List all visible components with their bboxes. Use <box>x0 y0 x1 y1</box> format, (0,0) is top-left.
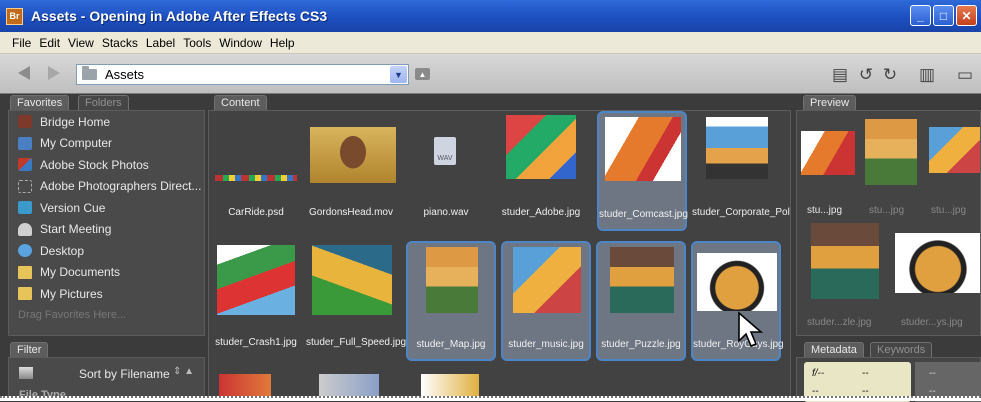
path-text: Assets <box>105 67 145 82</box>
tab-keywords[interactable]: Keywords <box>870 342 933 357</box>
thumbnail-gordonshead[interactable]: GordonsHead.mov <box>306 111 396 231</box>
rotate-right-icon[interactable]: ↻ <box>880 65 900 85</box>
drag-favorites-hint: Drag Favorites Here... <box>18 309 127 322</box>
folder-icon <box>18 265 32 279</box>
menu-bar: File Edit View Stacks Label Tools Window… <box>0 32 981 54</box>
menu-window[interactable]: Window <box>215 36 266 50</box>
version-cue-icon <box>18 201 32 215</box>
preview-image-2[interactable] <box>865 119 917 185</box>
thumbnail-studer-royguys[interactable]: studer_RoyGuys.jpg <box>691 241 784 361</box>
tab-filter[interactable]: Filter <box>10 342 49 357</box>
menu-file[interactable]: File <box>8 36 35 50</box>
favorite-version-cue[interactable]: Version Cue <box>9 197 204 219</box>
chevron-down-icon[interactable]: ▼ <box>390 66 407 83</box>
trash-icon[interactable]: ▥ <box>917 65 937 85</box>
favorite-my-documents[interactable]: My Documents <box>9 262 204 284</box>
thumbnail-piano[interactable]: WAV piano.wav <box>401 111 491 231</box>
bridge-logo-icon: Br <box>6 7 23 25</box>
maximize-button[interactable]: □ <box>933 5 954 26</box>
path-dropdown[interactable]: Assets ▼ <box>76 64 409 85</box>
favorite-desktop[interactable]: Desktop <box>9 240 204 262</box>
thumbnail-studer-crash[interactable]: studer_Crash1.jpg <box>211 241 301 361</box>
filter-panel: Sort by Filename ⇕ ▲ File Type <box>8 357 205 401</box>
sort-dropdown[interactable]: Sort by Filename <box>79 367 170 381</box>
favorite-bridge-home[interactable]: Bridge Home <box>9 111 204 133</box>
thumbnail-studer-comcast[interactable]: studer_Comcast.jpg <box>597 111 688 231</box>
favorite-photographers-direct[interactable]: Adobe Photographers Direct... <box>9 176 204 198</box>
panel-area: Favorites Folders Content Preview Bridge… <box>0 95 981 402</box>
menu-tools[interactable]: Tools <box>179 36 215 50</box>
new-folder-icon[interactable]: ▤ <box>830 65 850 85</box>
menu-help[interactable]: Help <box>266 36 299 50</box>
folder-icon <box>18 287 32 301</box>
preview-image-1[interactable] <box>801 131 855 175</box>
tab-favorites[interactable]: Favorites <box>10 95 70 110</box>
thumbnail-studer-adobe[interactable]: studer_Adobe.jpg <box>496 111 586 231</box>
thumbnail-studer-corporate[interactable]: studer_Corporate_Politics.jpg <box>692 111 790 231</box>
menu-edit[interactable]: Edit <box>35 36 64 50</box>
wav-file-icon: WAV <box>434 137 456 165</box>
sort-icon[interactable] <box>19 367 33 379</box>
thumbnail-carride[interactable]: CarRide.psd <box>211 111 301 231</box>
bottom-dotted-edge <box>0 396 981 401</box>
tab-folders[interactable]: Folders <box>78 95 129 110</box>
tab-content[interactable]: Content <box>214 95 267 110</box>
computer-icon <box>18 136 32 150</box>
preview-image-4[interactable] <box>811 223 879 299</box>
back-arrow-icon[interactable] <box>18 66 30 80</box>
thumbnail-studer-music[interactable]: studer_music.jpg <box>501 241 591 361</box>
tab-metadata[interactable]: Metadata <box>804 342 864 357</box>
sort-direction-icon[interactable]: ⇕ ▲ <box>173 366 194 377</box>
preview-panel: stu...jpg stu...jpg stu...jpg studer...z… <box>796 110 981 336</box>
go-up-icon[interactable]: ▲ <box>415 68 430 80</box>
mouse-cursor-icon <box>738 311 764 348</box>
thumbnail-studer-fullspeed[interactable]: studer_Full_Speed.jpg <box>306 241 406 361</box>
compact-mode-icon[interactable]: ▭ <box>955 65 975 85</box>
tab-preview[interactable]: Preview <box>803 95 857 110</box>
meeting-icon <box>18 222 32 236</box>
favorite-stock-photos[interactable]: Adobe Stock Photos <box>9 154 204 176</box>
window-title: Assets - Opening in Adobe After Effects … <box>31 8 328 24</box>
stock-photos-icon <box>18 158 32 172</box>
menu-label[interactable]: Label <box>142 36 179 50</box>
favorite-start-meeting[interactable]: Start Meeting <box>9 219 204 241</box>
preview-image-3[interactable] <box>929 127 980 173</box>
bridge-icon <box>18 115 32 129</box>
menu-stacks[interactable]: Stacks <box>98 36 142 50</box>
folder-icon <box>82 66 97 80</box>
minimize-button[interactable]: _ <box>910 5 931 26</box>
thumbnail-studer-map[interactable]: studer_Map.jpg <box>406 241 496 361</box>
close-button[interactable]: ✕ <box>956 5 977 26</box>
metadata-panel: f/-- -- -- -- -- -- <box>796 357 981 402</box>
favorite-my-pictures[interactable]: My Pictures <box>9 283 204 305</box>
toolbar: Assets ▼ ▲ ▤ ↺ ↻ ▥ ▭ <box>0 54 981 94</box>
photographers-icon <box>18 179 32 193</box>
forward-arrow-icon[interactable] <box>48 66 60 80</box>
thumbnail-studer-puzzle[interactable]: studer_Puzzle.jpg <box>596 241 686 361</box>
rotate-left-icon[interactable]: ↺ <box>856 65 876 85</box>
favorites-panel: Bridge Home My Computer Adobe Stock Phot… <box>8 110 205 336</box>
favorite-my-computer[interactable]: My Computer <box>9 133 204 155</box>
menu-view[interactable]: View <box>64 36 98 50</box>
desktop-icon <box>18 244 32 258</box>
preview-image-5[interactable] <box>895 233 980 293</box>
content-panel: CarRide.psd GordonsHead.mov WAV piano.wa… <box>208 110 791 401</box>
title-bar: Br Assets - Opening in Adobe After Effec… <box>0 0 981 32</box>
